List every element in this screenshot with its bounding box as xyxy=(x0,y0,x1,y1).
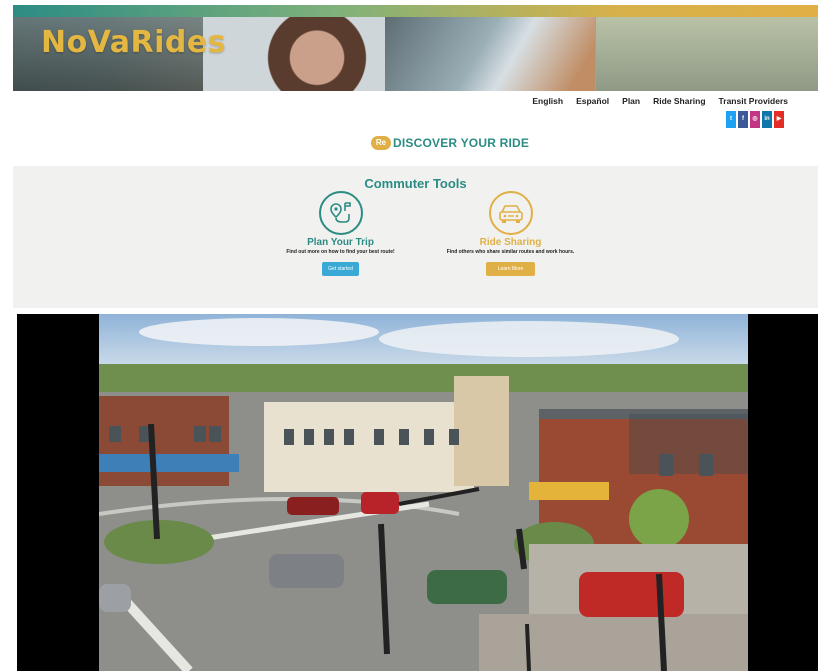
video-frame-town-intersection[interactable] xyxy=(99,314,748,671)
plan-trip-card: Plan Your Trip Find out more on how to f… xyxy=(273,191,408,276)
twitter-icon[interactable]: t xyxy=(726,111,736,128)
plan-trip-title: Plan Your Trip xyxy=(307,237,374,248)
banner-color-strip xyxy=(13,5,818,17)
top-navigation: English Español Plan Ride Sharing Transi… xyxy=(532,96,788,106)
video-still-image xyxy=(99,314,748,671)
nav-espanol[interactable]: Español xyxy=(576,96,609,106)
learn-more-button[interactable]: Learn More xyxy=(486,262,535,276)
ride-sharing-description: Find others who share similar routes and… xyxy=(446,249,575,255)
nav-ride-sharing[interactable]: Ride Sharing xyxy=(653,96,705,106)
ride-sharing-card: Ride Sharing Find others who share simil… xyxy=(438,191,583,276)
social-links: t f ◎ in ▶ xyxy=(726,111,784,128)
linkedin-icon[interactable]: in xyxy=(762,111,772,128)
youtube-icon[interactable]: ▶ xyxy=(774,111,784,128)
ride-sharing-title: Ride Sharing xyxy=(479,237,542,248)
plan-trip-description: Find out more on how to find your best r… xyxy=(286,249,395,255)
commuter-tools-section: Commuter Tools Plan Your Trip Find out m… xyxy=(13,166,818,308)
rediscover-tagline: Re DISCOVER YOUR RIDE xyxy=(371,136,529,150)
banner-photo-3 xyxy=(385,17,595,91)
site-logo[interactable]: NoVaRides xyxy=(41,25,226,60)
map-route-icon xyxy=(318,191,363,235)
nav-transit-providers[interactable]: Transit Providers xyxy=(719,96,788,106)
banner-photo-4 xyxy=(596,17,818,91)
banner-photo-2 xyxy=(203,17,393,91)
car-icon xyxy=(488,191,533,235)
hero-banner: NoVaRides xyxy=(13,5,818,91)
re-badge: Re xyxy=(371,136,391,150)
video-player[interactable] xyxy=(17,314,818,671)
tagline-text: DISCOVER YOUR RIDE xyxy=(393,136,530,150)
get-started-button[interactable]: Get started xyxy=(322,262,359,276)
facebook-icon[interactable]: f xyxy=(738,111,748,128)
instagram-icon[interactable]: ◎ xyxy=(750,111,760,128)
nav-plan[interactable]: Plan xyxy=(622,96,640,106)
section-title: Commuter Tools xyxy=(364,176,467,191)
nav-english[interactable]: English xyxy=(532,96,563,106)
